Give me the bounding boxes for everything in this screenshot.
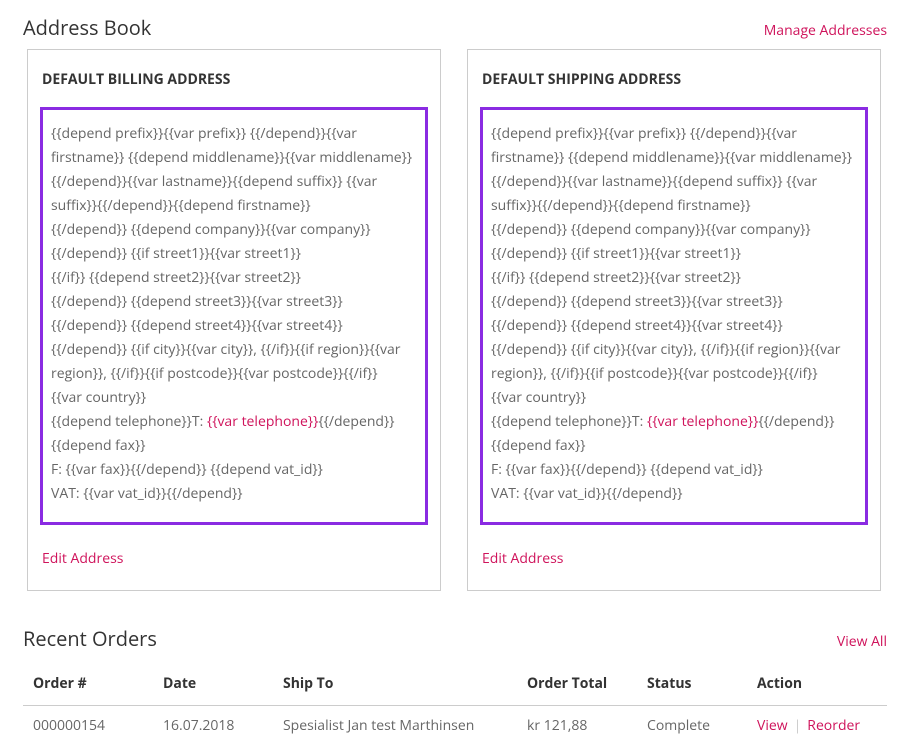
billing-line: {{/depend}} {{if city}}{{var city}}, {{/… (51, 338, 417, 386)
tel-var: {{var telephone}} (647, 412, 758, 431)
action-separator: | (788, 716, 808, 735)
billing-line: {{/depend}} {{depend street3}}{{var stre… (51, 290, 417, 314)
view-all-orders-link[interactable]: View All (837, 632, 887, 651)
reorder-link[interactable]: Reorder (807, 716, 860, 735)
cell-order-number: 000000154 (23, 706, 153, 735)
billing-telephone-line: {{depend telephone}}T: {{var telephone}}… (51, 410, 417, 458)
billing-line: {{/depend}} {{depend company}}{{var comp… (51, 218, 417, 242)
billing-line: {{/if}} {{depend street2}}{{var street2}… (51, 266, 417, 290)
address-row: DEFAULT BILLING ADDRESS {{depend prefix}… (5, 49, 893, 591)
billing-line: {{depend prefix}}{{var prefix}} {{/depen… (51, 122, 417, 218)
cell-order-total: kr 121,88 (517, 706, 637, 735)
billing-address-box: DEFAULT BILLING ADDRESS {{depend prefix}… (27, 49, 441, 591)
address-book-header: Address Book Manage Addresses (5, 10, 893, 49)
manage-addresses-link[interactable]: Manage Addresses (764, 21, 887, 40)
billing-line: {{/depend}} {{if street1}}{{var street1}… (51, 242, 417, 266)
view-order-link[interactable]: View (757, 716, 788, 735)
shipping-line: {{var country}} (491, 386, 857, 410)
tel-var: {{var telephone}} (207, 412, 318, 431)
address-book-title: Address Book (23, 14, 151, 41)
shipping-line: {{/if}} {{depend street2}}{{var street2}… (491, 266, 857, 290)
edit-billing-address-link[interactable]: Edit Address (28, 525, 440, 590)
shipping-line: {{/depend}} {{depend street4}}{{var stre… (491, 314, 857, 338)
tel-pre: {{depend telephone}}T: (51, 412, 207, 431)
recent-orders-title: Recent Orders (23, 625, 157, 652)
shipping-line: {{/depend}} {{depend company}}{{var comp… (491, 218, 857, 242)
shipping-telephone-line: {{depend telephone}}T: {{var telephone}}… (491, 410, 857, 458)
shipping-heading: DEFAULT SHIPPING ADDRESS (468, 50, 880, 107)
cell-actions: View|Reorder (747, 706, 887, 735)
shipping-line: {{/depend}} {{if street1}}{{var street1}… (491, 242, 857, 266)
recent-orders-section: Recent Orders View All Order # Date Ship… (5, 591, 893, 735)
cell-date: 16.07.2018 (153, 706, 273, 735)
shipping-line: {{depend prefix}}{{var prefix}} {{/depen… (491, 122, 857, 218)
tel-pre: {{depend telephone}}T: (491, 412, 647, 431)
shipping-template-content: {{depend prefix}}{{var prefix}} {{/depen… (480, 107, 868, 525)
billing-line: F: {{var fax}}{{/depend}} {{depend vat_i… (51, 458, 417, 482)
shipping-address-box: DEFAULT SHIPPING ADDRESS {{depend prefix… (467, 49, 881, 591)
shipping-line: VAT: {{var vat_id}}{{/depend}} (491, 482, 857, 506)
cell-ship-to: Spesialist Jan test Marthinsen (273, 706, 517, 735)
billing-line: {{var country}} (51, 386, 417, 410)
shipping-line: {{/depend}} {{depend street3}}{{var stre… (491, 290, 857, 314)
billing-heading: DEFAULT BILLING ADDRESS (28, 50, 440, 107)
shipping-line: {{/depend}} {{if city}}{{var city}}, {{/… (491, 338, 857, 386)
orders-table: Order # Date Ship To Order Total Status … (23, 662, 887, 735)
billing-template-content: {{depend prefix}}{{var prefix}} {{/depen… (40, 107, 428, 525)
billing-line: {{/depend}} {{depend street4}}{{var stre… (51, 314, 417, 338)
edit-shipping-address-link[interactable]: Edit Address (468, 525, 880, 590)
table-row: 000000154 16.07.2018 Spesialist Jan test… (23, 706, 887, 735)
cell-status: Complete (637, 706, 747, 735)
billing-line: VAT: {{var vat_id}}{{/depend}} (51, 482, 417, 506)
shipping-line: F: {{var fax}}{{/depend}} {{depend vat_i… (491, 458, 857, 482)
